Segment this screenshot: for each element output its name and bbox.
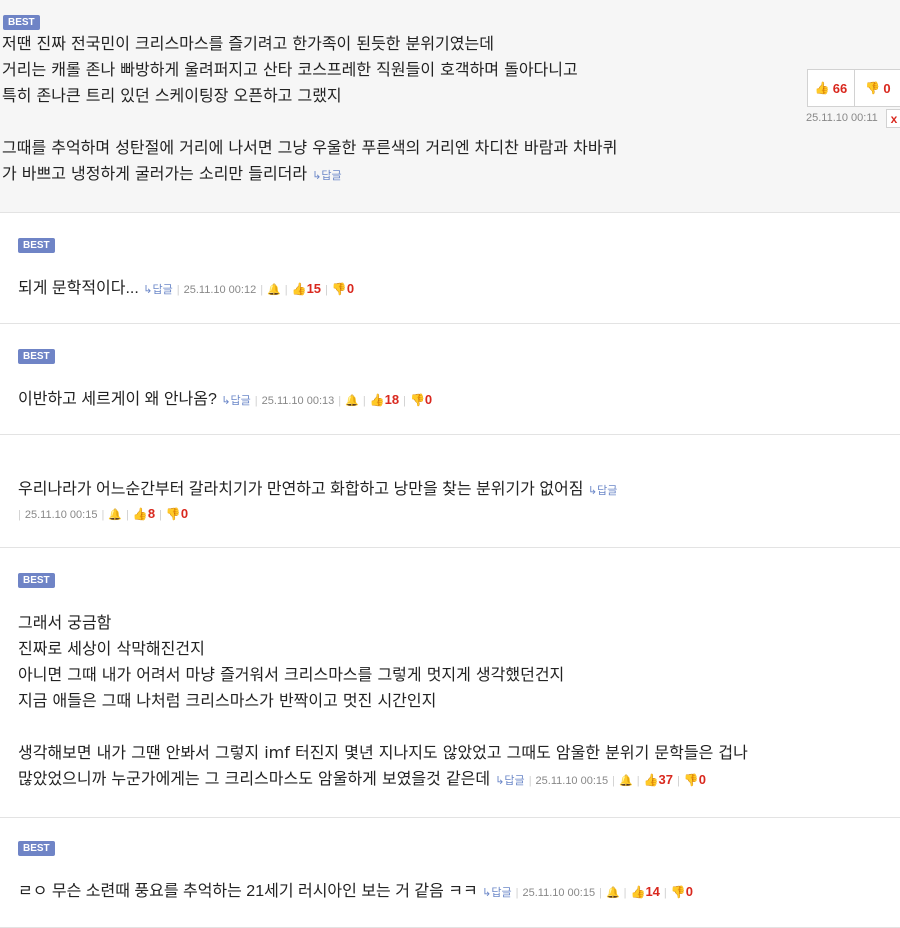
comment-1: BEST 저땐 진짜 전국민이 크리스마스를 즐기려고 한가족이 된듯한 분위기… [0,0,900,213]
bell-icon[interactable]: 🔔 [267,284,281,296]
downvote-count: 0 [424,392,433,407]
best-badge: BEST [18,238,55,253]
delete-button[interactable]: x [886,109,900,128]
comment-2: BEST 되게 문학적이다... ↳답글 | 25.11.10 00:12 | 🔔 | 👍1… [0,213,900,324]
comment-line: 많았었으니까 누군가에게는 그 크리스마스도 암울하게 보였을것 같은데 [18,769,491,788]
best-badge: BEST [3,15,40,30]
comment-text: ㄹㅇ 무슨 소련때 풍요를 추억하는 21세기 러시아인 보는 거 같음 ㅋㅋ [18,883,478,900]
best-badge: BEST [18,349,55,364]
reply-link[interactable]: ↳답글 [312,170,341,182]
comment-row: 되게 문학적이다... ↳답글 | 25.11.10 00:12 | 🔔 | 👍15 | 👎0 [18,280,355,297]
downvote-count: 0 [698,772,707,787]
comment-line: 진짜로 세상이 삭막해진건지 [18,639,205,658]
comment-text: 되게 문학적이다... [18,280,139,297]
best-badge: BEST [18,841,55,856]
comment-row: ㄹㅇ 무슨 소련때 풍요를 추억하는 21세기 러시아인 보는 거 같음 ㅋㅋ … [18,883,693,900]
thumbs-down-icon[interactable]: 👎 [671,885,686,899]
reply-link[interactable]: ↳답글 [143,284,172,296]
comment-text: 우리나라가 어느순간부터 갈라치기가 만연하고 화합하고 낭만을 찾는 분위기가… [18,481,584,498]
comment-meta-row: | 25.11.10 00:15 | 🔔 | 👍8 | 👎0 [18,506,189,521]
thumbs-down-icon[interactable]: 👎 [684,773,699,787]
reply-link[interactable]: ↳답글 [221,395,250,407]
upvote-count: 14 [645,884,660,899]
comment-text: 그래서 궁금함 진짜로 세상이 삭막해진건지 아니면 그때 내가 어려서 마냥 … [18,610,748,794]
upvote-count: 66 [832,80,848,96]
comment-line: 그때를 추억하며 성탄절에 거리에 나서면 그냥 우울한 푸른색의 거리엔 차디… [2,138,618,157]
comment-date: 25.11.10 00:15 [522,887,596,899]
comment-date: 25.11.10 00:13 [261,395,335,407]
comment-date: 25.11.10 00:12 [183,284,257,296]
thumbs-up-icon[interactable]: 👍 [370,393,385,407]
thumbs-up-icon[interactable]: 👍 [133,507,148,521]
vote-box: 👍 66 👎 0 [807,69,900,107]
comment-line [18,714,748,740]
comment-text: 저땐 진짜 전국민이 크리스마스를 즐기려고 한가족이 된듯한 분위기였는데 거… [2,31,617,189]
downvote-count: 0 [180,506,189,521]
thumbs-down-icon[interactable]: 👎 [410,393,425,407]
comment-4: 우리나라가 어느순간부터 갈라치기가 만연하고 화합하고 낭만을 찾는 분위기가… [0,435,900,548]
comment-date: 25.11.10 00:11 [806,112,878,124]
comment-date: 25.11.10 00:15 [24,509,98,521]
comment-6: BEST ㄹㅇ 무슨 소련때 풍요를 추억하는 21세기 러시아인 보는 거 같… [0,818,900,928]
thumbs-up-icon[interactable]: 👍 [292,282,307,296]
comment-date: 25.11.10 00:15 [535,775,609,787]
upvote-button[interactable]: 👍 66 [808,70,854,106]
comment-5: BEST 그래서 궁금함 진짜로 세상이 삭막해진건지 아니면 그때 내가 어려… [0,548,900,818]
thumbs-down-icon[interactable]: 👎 [332,282,347,296]
upvote-count: 37 [658,772,673,787]
best-badge: BEST [18,573,55,588]
comment-line: 저땐 진짜 전국민이 크리스마스를 즐기려고 한가족이 된듯한 분위기였는데 [2,34,494,53]
comment-text: 이반하고 세르게이 왜 안나옴? [18,391,217,408]
thumbs-up-icon: 👍 [814,81,830,95]
downvote-count: 0 [883,80,891,96]
comment-line: 거리는 캐롤 존나 빠방하게 울려퍼지고 산타 코스프레한 직원들이 호객하며 … [2,60,578,79]
comment-line: 특히 존나큰 트리 있던 스케이팅장 오픈하고 그랬지 [2,86,342,105]
reply-link[interactable]: ↳답글 [588,485,617,497]
upvote-count: 8 [147,506,156,521]
thumbs-down-icon[interactable]: 👎 [166,507,181,521]
thumbs-down-icon: 👎 [865,81,881,95]
reply-link[interactable]: ↳답글 [495,775,524,787]
comment-3: BEST 이반하고 세르게이 왜 안나옴? ↳답글 | 25.11.10 00:13… [0,324,900,435]
bell-icon[interactable]: 🔔 [606,887,620,899]
bell-icon[interactable]: 🔔 [108,509,122,521]
comment-line: 생각해보면 내가 그땐 안봐서 그렇지 imf 터진지 몇년 지나지도 않았었고… [18,743,748,762]
comment-line: 아니면 그때 내가 어려서 마냥 즐거워서 크리스마스를 그렇게 멋지게 생각했… [18,665,565,684]
upvote-count: 18 [384,392,400,407]
thumbs-up-icon[interactable]: 👍 [644,773,659,787]
comment-line: 그래서 궁금함 [18,613,112,632]
thumbs-up-icon[interactable]: 👍 [631,885,646,899]
upvote-count: 15 [306,281,322,296]
downvote-count: 0 [685,884,693,899]
bell-icon[interactable]: 🔔 [345,395,359,407]
bell-icon[interactable]: 🔔 [619,775,633,787]
comment-row: 우리나라가 어느순간부터 갈라치기가 만연하고 화합하고 낭만을 찾는 분위기가… [18,477,617,503]
downvote-button[interactable]: 👎 0 [854,70,900,106]
comment-line: 가 바쁘고 냉정하게 굴러가는 소리만 들리더라 [2,164,308,183]
downvote-count: 0 [346,281,355,296]
comment-row: 이반하고 세르게이 왜 안나옴? ↳답글 | 25.11.10 00:13 | 🔔 | 👍1… [18,391,433,408]
reply-link[interactable]: ↳답글 [482,887,511,899]
comment-line [2,109,617,135]
comment-line: 지금 애들은 그때 나처럼 크리스마스가 반짝이고 멋진 시간인지 [18,691,437,710]
